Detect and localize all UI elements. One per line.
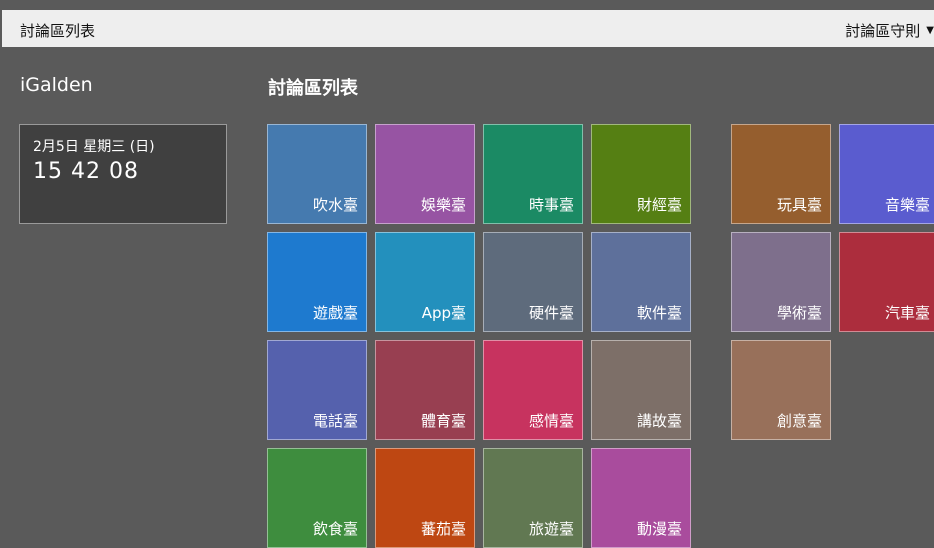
forum-tile-label: 時事臺 [528,196,574,214]
forum-tile-label: 吹水臺 [312,196,358,214]
forum-tile-label: 音樂臺 [884,196,930,214]
topbar-title: 討論區列表 [20,22,96,40]
forum-tile[interactable]: App臺 [375,232,475,332]
forum-tile-label: 電話臺 [312,412,358,430]
forum-tile[interactable]: 財經臺 [591,124,691,224]
clock-time: 15 42 08 [33,159,139,184]
forum-tile[interactable]: 時事臺 [483,124,583,224]
forum-tile-label: 體育臺 [420,412,466,430]
forum-tile[interactable]: 講故臺 [591,340,691,440]
top-bar: 討論區列表 討論區守則 ▼ [2,10,934,47]
forum-tile-label: 講故臺 [636,412,682,430]
caret-down-icon: ▼ [926,25,934,36]
forum-tile-label: 動漫臺 [636,520,682,538]
forum-tile-label: 飲食臺 [312,520,358,538]
forum-tile[interactable]: 飲食臺 [267,448,367,548]
forum-tile[interactable]: 遊戲臺 [267,232,367,332]
rules-menu-label: 討論區守則 [845,22,921,40]
forum-tile[interactable]: 玩具臺 [731,124,831,224]
forum-tile-label: 學術臺 [776,304,822,322]
forum-tile-label: 玩具臺 [776,196,822,214]
forum-tile[interactable]: 旅遊臺 [483,448,583,548]
forum-tile-label: 汽車臺 [884,304,930,322]
forum-tile-label: App臺 [421,304,466,322]
clock-panel: 2月5日 星期三 (日) 15 42 08 [19,124,227,224]
forum-tile[interactable]: 硬件臺 [483,232,583,332]
forum-tile-label: 娛樂臺 [420,196,466,214]
forum-tile-label: 感情臺 [528,412,574,430]
forum-tile-label: 財經臺 [636,196,682,214]
forum-tile[interactable]: 動漫臺 [591,448,691,548]
forum-tile[interactable]: 電話臺 [267,340,367,440]
forum-tile[interactable]: 學術臺 [731,232,831,332]
forum-tile[interactable]: 軟件臺 [591,232,691,332]
forum-tile-label: 軟件臺 [636,304,682,322]
rules-menu-button[interactable]: 討論區守則 ▼ [845,20,934,41]
forum-tile-label: 遊戲臺 [312,304,358,322]
brand-name: iGalden [20,74,93,96]
forum-tile[interactable]: 吹水臺 [267,124,367,224]
forum-tile[interactable]: 音樂臺 [839,124,934,224]
forum-tile[interactable]: 娛樂臺 [375,124,475,224]
forum-tile[interactable]: 感情臺 [483,340,583,440]
clock-date: 2月5日 星期三 (日) [33,139,155,155]
forum-tile-label: 創意臺 [776,412,822,430]
forum-tile[interactable]: 體育臺 [375,340,475,440]
forum-tile[interactable]: 蕃茄臺 [375,448,475,548]
forum-tile[interactable]: 汽車臺 [839,232,934,332]
forum-tile-label: 硬件臺 [528,304,574,322]
forum-tile[interactable]: 創意臺 [731,340,831,440]
forum-tile-label: 蕃茄臺 [420,520,466,538]
page-title: 討論區列表 [268,78,358,99]
forum-tile-label: 旅遊臺 [528,520,574,538]
